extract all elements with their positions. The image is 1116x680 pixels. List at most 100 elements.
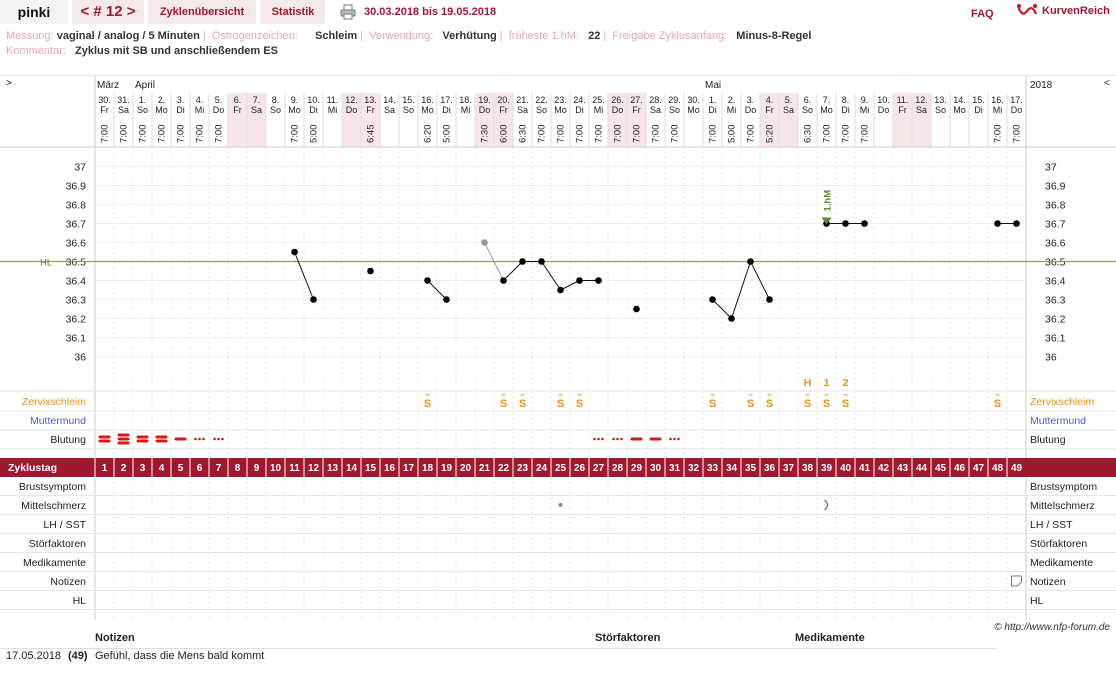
mucus-symbol: S [994, 398, 1001, 410]
cycle-chart: > <2018 März April Mai 30. Fr 7:00 31. Sa 7:00 1. So… [0, 74, 1116, 620]
measure-time: 7:00 [670, 125, 681, 144]
cycle-day-number: 25 [555, 463, 567, 474]
cycle-navigator[interactable]: < # 12 > [72, 0, 144, 24]
ytick-left: 36.1 [66, 333, 87, 345]
freigabe-value: Minus-8-Regel [736, 30, 812, 42]
weekday-label: Mi [461, 105, 471, 115]
bleeding-dot [597, 437, 600, 441]
mucus-symbol: S [557, 398, 564, 410]
day-number: 30. [687, 95, 700, 105]
statistics-tab[interactable]: Statistik [261, 0, 325, 24]
ytick-left: 36 [74, 352, 86, 364]
note-icon[interactable] [1011, 575, 1022, 587]
measure-time: 7:00 [993, 125, 1004, 144]
temp-point[interactable] [861, 220, 868, 227]
ytick-left: 37 [74, 162, 86, 174]
weekday-label: Fr [233, 105, 242, 115]
weekday-label: Mo [554, 105, 567, 115]
messung-value: vaginal / analog / 5 Minuten [56, 30, 200, 42]
day-number: 29. [668, 95, 681, 105]
day-number: 12. [915, 95, 928, 105]
day-number: 5. [785, 95, 793, 105]
temp-point[interactable] [576, 277, 583, 284]
weekday-label: So [935, 105, 946, 115]
cycle-day-number: 7 [216, 463, 222, 474]
bleeding-bar [155, 435, 168, 439]
temp-point[interactable] [842, 220, 849, 227]
bleeding-dot [616, 437, 619, 441]
temp-point[interactable] [994, 220, 1001, 227]
cycle-day-label: Zyklustag [8, 462, 57, 474]
oestrogen-value: Schleim [315, 30, 358, 42]
weekday-label: So [669, 105, 680, 115]
measure-time: 7:00 [860, 125, 871, 144]
ytick-right: 36.6 [1045, 238, 1066, 250]
temp-point[interactable] [766, 296, 773, 303]
day-number: 3. [177, 95, 185, 105]
day-number: 12. [345, 95, 358, 105]
temp-point[interactable] [747, 258, 754, 265]
row-label-right-mittel: Mittelschmerz [1030, 500, 1095, 512]
weekday-label: So [137, 105, 148, 115]
measure-time: 7:00 [119, 125, 130, 144]
weekday-label: Do [745, 105, 757, 115]
cycle-overview-tab[interactable]: Zyklenübersicht [148, 0, 256, 24]
day-number: 26. [611, 95, 624, 105]
note-text[interactable]: Gefühl, dass die Mens bald kommt [95, 650, 264, 662]
day-number: 2. [158, 95, 166, 105]
cycle-day-number: 30 [650, 463, 662, 474]
bleeding-bar [136, 439, 149, 443]
cycle-day-number: 38 [802, 463, 814, 474]
temp-point[interactable] [1013, 220, 1020, 227]
cycle-day-number: 9 [254, 463, 260, 474]
day-number: 11. [327, 95, 339, 105]
cycle-day-number: 24 [536, 463, 548, 474]
temp-point[interactable] [728, 315, 735, 322]
day-number: 16. [421, 95, 434, 105]
ytick-right: 36.2 [1045, 314, 1066, 326]
temp-point[interactable] [291, 248, 298, 256]
next-cycle-arrow: < [1104, 78, 1110, 89]
temp-point[interactable] [595, 277, 602, 284]
cycle-day-number: 45 [935, 463, 947, 474]
cycle-day-number: 34 [726, 463, 738, 474]
day-number: 30. [98, 95, 111, 105]
temp-point[interactable] [709, 296, 716, 303]
cycle-day-number: 16 [384, 463, 396, 474]
brand-logo[interactable]: KurvenReich [1016, 2, 1114, 22]
temp-point[interactable] [443, 296, 450, 303]
ytick-right: 36.5 [1045, 257, 1066, 269]
bleeding-dot [221, 437, 224, 441]
weekday-label: Sa [916, 105, 927, 115]
temp-point[interactable] [557, 286, 564, 294]
weekday-label: Di [442, 105, 451, 115]
cycle-day-number: 48 [992, 463, 1004, 474]
weekday-label: Di [974, 105, 983, 115]
copyright-note[interactable]: © http://www.nfp-forum.de [994, 622, 1110, 633]
temp-point[interactable] [538, 258, 545, 265]
mucus-symbol: S [823, 398, 830, 410]
bleeding-dot [217, 437, 220, 441]
bleeding-dot [593, 437, 596, 441]
weekday-label: Mo [288, 105, 301, 115]
temp-point[interactable] [367, 267, 374, 275]
temp-point[interactable] [481, 239, 488, 246]
ytick-right: 36.8 [1045, 200, 1066, 212]
day-number: 27. [630, 95, 643, 105]
kommentar-label: Kommentar: [6, 45, 66, 57]
mucus-symbol: S [424, 398, 431, 410]
temp-point[interactable] [519, 258, 526, 265]
bleeding-bar [630, 437, 643, 441]
day-number: 24. [573, 95, 586, 105]
temp-point[interactable] [500, 277, 507, 284]
temp-point[interactable] [310, 296, 317, 303]
faq-link[interactable]: FAQ [971, 8, 994, 20]
measure-time: 7:00 [195, 125, 206, 144]
weekday-label: Fr [632, 105, 641, 115]
bleeding-bar [117, 433, 130, 437]
day-number: 19. [478, 95, 491, 105]
temp-point[interactable] [633, 305, 640, 313]
printer-icon[interactable] [340, 4, 356, 20]
temp-point[interactable] [424, 277, 431, 284]
cycle-day-number: 28 [612, 463, 624, 474]
